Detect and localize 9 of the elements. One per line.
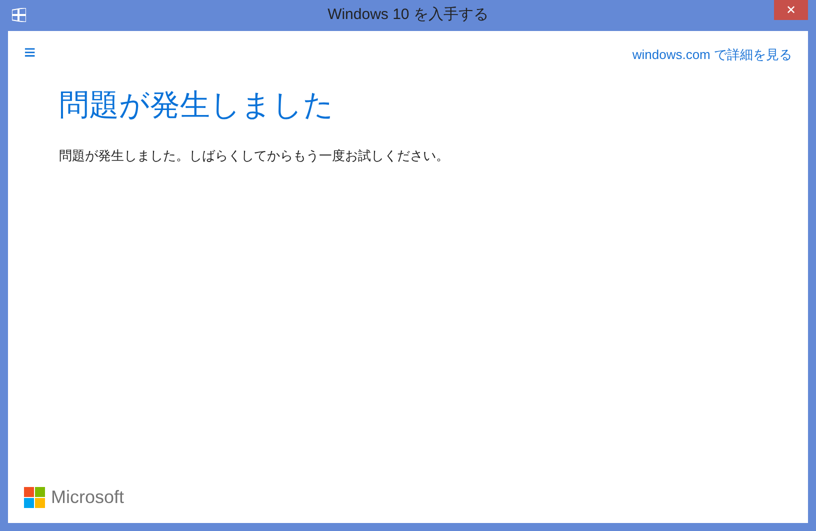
- microsoft-logo-icon: [24, 487, 45, 508]
- error-heading: 問題が発生しました: [59, 88, 335, 124]
- close-button[interactable]: ✕: [774, 0, 808, 20]
- windows-logo-icon: [12, 8, 26, 22]
- error-message: 問題が発生しました。しばらくしてからもう一度お試しください。: [59, 146, 450, 164]
- brand-name: Microsoft: [51, 486, 124, 509]
- learn-more-link[interactable]: windows.com で詳細を見る: [632, 45, 792, 64]
- menu-button[interactable]: ≡: [24, 43, 36, 63]
- window-title: Windows 10 を入手する: [328, 5, 488, 26]
